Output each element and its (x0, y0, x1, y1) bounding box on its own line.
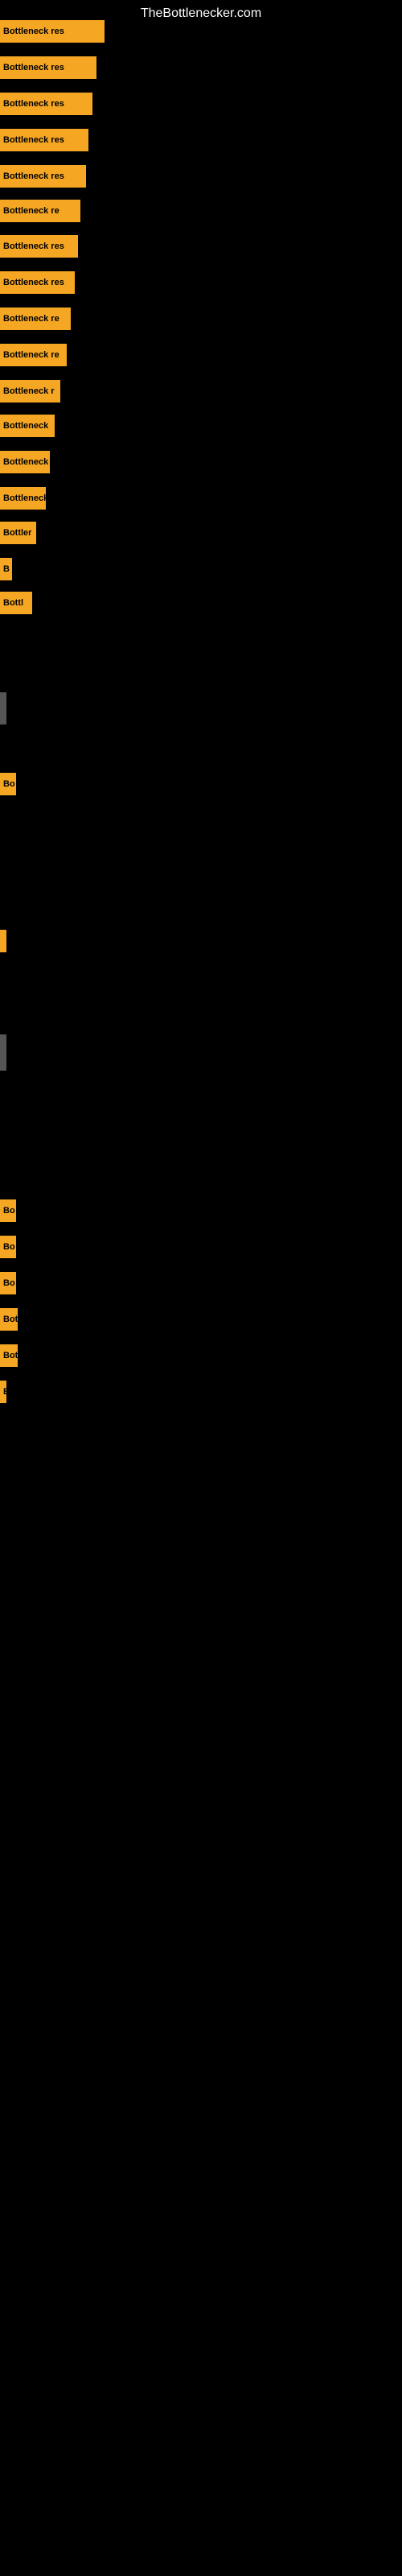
bar-label-26: Bott (0, 1344, 18, 1367)
bar-item-22: Bo (0, 1199, 16, 1222)
bar-item-3: Bottleneck res (0, 93, 92, 115)
bar-label-9: Bottleneck re (0, 308, 71, 330)
bar-label-10: Bottleneck re (0, 344, 67, 366)
bar-item-13: Bottleneck r (0, 451, 50, 473)
bar-item-2: Bottleneck res (0, 56, 96, 79)
bar-label-2: Bottleneck res (0, 56, 96, 79)
bar-label-22: Bo (0, 1199, 16, 1222)
bar-item-12: Bottleneck (0, 415, 55, 437)
bar-label-5: Bottleneck res (0, 165, 86, 188)
bar-item-21 (0, 1034, 1, 1071)
bar-item-16: B (0, 558, 12, 580)
bar-label-17: Bottl (0, 592, 32, 614)
bar-item-14: Bottleneck (0, 487, 46, 510)
bar-item-7: Bottleneck res (0, 235, 78, 258)
bar-label-20 (0, 930, 6, 952)
bar-item-15: Bottler (0, 522, 36, 544)
bar-label-24: Bo (0, 1272, 16, 1294)
bar-item-18 (0, 692, 1, 724)
bar-label-7: Bottleneck res (0, 235, 78, 258)
bar-label-21 (0, 1034, 6, 1071)
bar-item-24: Bo (0, 1272, 16, 1294)
bar-item-26: Bott (0, 1344, 18, 1367)
bar-label-6: Bottleneck re (0, 200, 80, 222)
bar-label-11: Bottleneck r (0, 380, 60, 402)
bar-label-19: Bo (0, 773, 16, 795)
bar-item-6: Bottleneck re (0, 200, 80, 222)
bar-item-17: Bottl (0, 592, 32, 614)
bar-label-12: Bottleneck (0, 415, 55, 437)
bar-label-16: B (0, 558, 12, 580)
bar-item-11: Bottleneck r (0, 380, 60, 402)
bar-item-25: Bott (0, 1308, 18, 1331)
bar-label-18 (0, 692, 6, 724)
bar-item-1: Bottleneck res (0, 20, 105, 43)
bar-item-4: Bottleneck res (0, 129, 88, 151)
bar-label-8: Bottleneck res (0, 271, 75, 294)
bar-label-23: Bo (0, 1236, 16, 1258)
bar-item-5: Bottleneck res (0, 165, 86, 188)
bar-item-23: Bo (0, 1236, 16, 1258)
bar-label-15: Bottler (0, 522, 36, 544)
bar-label-14: Bottleneck (0, 487, 46, 510)
bar-item-20 (0, 930, 2, 952)
bar-item-27: B (0, 1381, 6, 1403)
bar-label-25: Bott (0, 1308, 18, 1331)
bar-label-4: Bottleneck res (0, 129, 88, 151)
bar-item-9: Bottleneck re (0, 308, 71, 330)
bar-label-27: B (0, 1381, 6, 1403)
bar-label-1: Bottleneck res (0, 20, 105, 43)
bar-item-8: Bottleneck res (0, 271, 75, 294)
bar-item-19: Bo (0, 773, 16, 795)
bar-label-13: Bottleneck r (0, 451, 50, 473)
bar-label-3: Bottleneck res (0, 93, 92, 115)
bar-item-10: Bottleneck re (0, 344, 67, 366)
